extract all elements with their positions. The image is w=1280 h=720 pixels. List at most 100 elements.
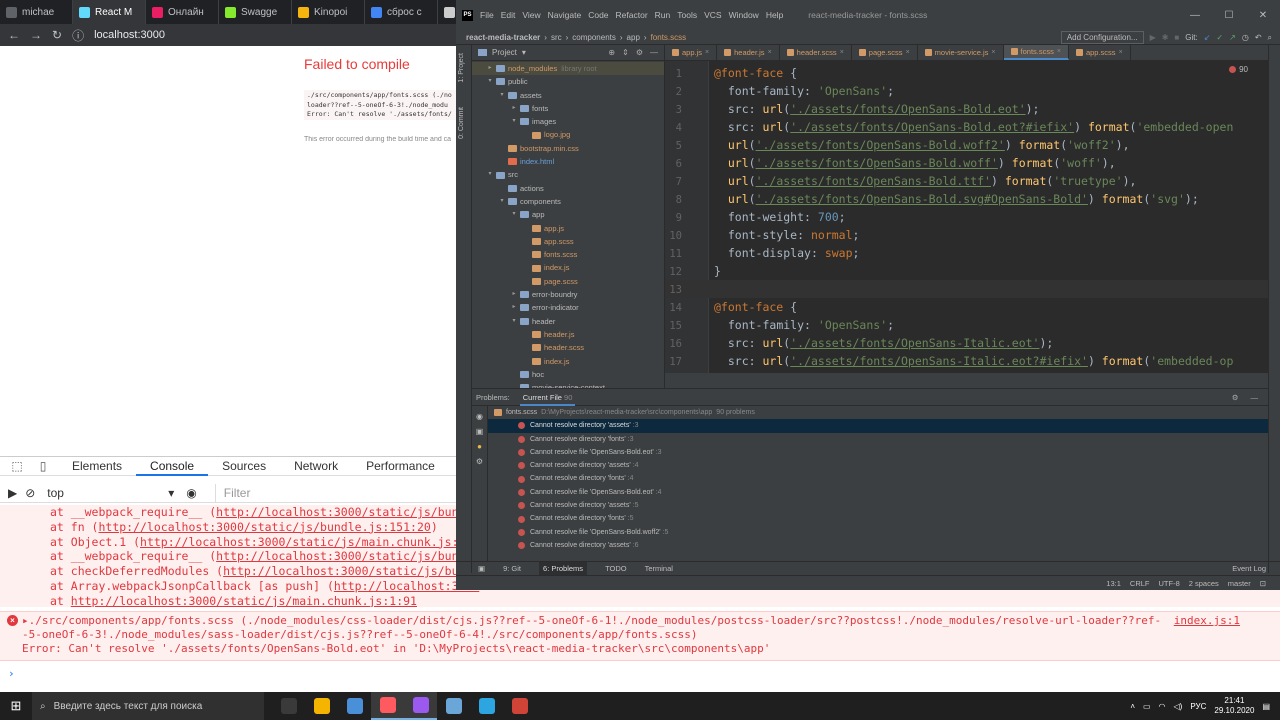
taskbar-app-icon[interactable]: [272, 692, 305, 720]
settings-icon[interactable]: ⚙: [1232, 393, 1239, 402]
maximize-icon[interactable]: ☐: [1212, 0, 1246, 30]
sidebar-toggle-icon[interactable]: ▶: [8, 486, 17, 500]
tree-item[interactable]: bootstrap.min.css: [472, 142, 664, 155]
chevron-icon[interactable]: ▾: [486, 168, 494, 181]
stop-icon[interactable]: ■: [1174, 33, 1179, 42]
commit-tool-button[interactable]: 0: Commit: [458, 107, 465, 139]
event-log-button[interactable]: Event Log: [1232, 564, 1280, 573]
rollback-icon[interactable]: ↶: [1255, 33, 1262, 42]
editor-tab[interactable]: header.js ×: [717, 45, 780, 60]
reload-icon[interactable]: ↻: [52, 28, 62, 42]
tree-item[interactable]: movie-service-context: [472, 381, 664, 388]
chevron-icon[interactable]: ▸: [510, 301, 518, 314]
tree-item[interactable]: index.html: [472, 155, 664, 168]
editor-tab[interactable]: fonts.scss ×: [1003, 45, 1069, 60]
tree-item[interactable]: ▾ images: [472, 115, 664, 128]
breadcrumb-item[interactable]: fonts.scss: [651, 33, 687, 42]
tab-network[interactable]: Network: [280, 457, 352, 476]
back-icon[interactable]: ←: [8, 28, 20, 42]
problem-item[interactable]: Cannot resolve directory 'assets':5: [488, 499, 1268, 512]
eye-icon[interactable]: ◉: [476, 412, 483, 421]
tree-item[interactable]: ▸ error-indicator: [472, 301, 664, 314]
git-commit-icon[interactable]: ✓: [1216, 33, 1223, 42]
editor-tab[interactable]: header.scss ×: [780, 45, 852, 60]
filter-input[interactable]: Filter: [214, 483, 405, 502]
settings-icon[interactable]: ⚙: [476, 457, 483, 466]
project-label[interactable]: Project: [492, 48, 517, 57]
taskbar-app-icon[interactable]: [404, 692, 437, 720]
notifications-icon[interactable]: ▤: [1262, 702, 1270, 711]
bulb-icon[interactable]: ●: [477, 442, 482, 451]
error-source-link[interactable]: index.js:1: [1174, 614, 1240, 628]
browser-tab[interactable]: Онлайн: [146, 0, 219, 24]
git-update-icon[interactable]: ↙: [1204, 33, 1211, 42]
chevron-icon[interactable]: ▾: [486, 75, 494, 88]
menu-item-view[interactable]: View: [522, 10, 540, 20]
problem-item[interactable]: Cannot resolve file 'OpenSans-Bold.eot':…: [488, 446, 1268, 459]
git-push-icon[interactable]: ↗: [1229, 33, 1236, 42]
problem-file-row[interactable]: fonts.scss D:\MyProjects\react-media-tra…: [488, 406, 1268, 419]
menu-item-refactor[interactable]: Refactor: [616, 10, 648, 20]
browser-tab[interactable]: Kinopoi: [292, 0, 365, 24]
taskbar-app-icon[interactable]: [470, 692, 503, 720]
stack-frame-link[interactable]: http://localhost:3000/static/js/main.chu…: [140, 535, 479, 549]
taskbar-app-icon[interactable]: [503, 692, 536, 720]
tab-current-file[interactable]: Current File 90: [519, 389, 576, 406]
problem-item[interactable]: Cannot resolve directory 'fonts':4: [488, 472, 1268, 485]
editor-tab[interactable]: page.scss ×: [852, 45, 918, 60]
tree-item[interactable]: header.scss: [472, 341, 664, 354]
breadcrumb-item[interactable]: src: [551, 33, 562, 42]
browser-tab[interactable]: React M: [73, 0, 146, 24]
search-icon[interactable]: ⌕: [1268, 33, 1272, 43]
forward-icon[interactable]: →: [30, 28, 42, 42]
chevron-icon[interactable]: ▾: [510, 115, 518, 128]
menu-item-tools[interactable]: Tools: [677, 10, 697, 20]
tool-windows-icon[interactable]: ▣: [478, 564, 485, 573]
status-item[interactable]: UTF-8: [1159, 579, 1180, 588]
taskbar-app-icon[interactable]: [305, 692, 338, 720]
lock-icon[interactable]: ⊡: [1260, 579, 1266, 588]
stack-frame-link[interactable]: http://localhost:3000/static/js/bundle: [216, 549, 479, 563]
inspect-element-icon[interactable]: ⬚: [8, 457, 26, 475]
battery-icon[interactable]: ▭: [1143, 702, 1151, 711]
browser-tab[interactable]: Swagge: [219, 0, 292, 24]
stack-frame-link[interactable]: http://localhost:3000/static/js/bundl: [223, 564, 479, 578]
project-tool-button[interactable]: 1: Project: [458, 53, 465, 83]
code-editor[interactable]: 1 @font-face {2 font-family: 'OpenSans'; 3…: [665, 61, 1268, 373]
problem-item[interactable]: Cannot resolve directory 'assets':3: [488, 419, 1268, 433]
chevron-down-icon[interactable]: ▾: [522, 48, 526, 57]
chevron-icon[interactable]: ▾: [498, 89, 506, 102]
tree-item[interactable]: app.scss: [472, 235, 664, 248]
context-select[interactable]: top ▾: [43, 484, 178, 502]
tool-window-todo[interactable]: TODO: [605, 564, 627, 573]
add-configuration-button[interactable]: Add Configuration...: [1060, 31, 1144, 44]
problem-item[interactable]: Cannot resolve directory 'fonts':5: [488, 512, 1268, 525]
tree-item[interactable]: ▾ components: [472, 195, 664, 208]
browser-tab[interactable]: michae: [0, 0, 73, 24]
tab-elements[interactable]: Elements: [58, 457, 136, 476]
eye-icon[interactable]: ◉: [186, 486, 196, 500]
close-tab-icon[interactable]: ×: [1057, 48, 1061, 55]
locate-icon[interactable]: ⊕: [608, 48, 615, 57]
tree-item[interactable]: ▾ header: [472, 315, 664, 328]
menu-item-window[interactable]: Window: [729, 10, 759, 20]
history-icon[interactable]: ◷: [1242, 33, 1249, 42]
console-prompt[interactable]: ›: [0, 667, 1280, 680]
tree-item[interactable]: app.js: [472, 222, 664, 235]
tree-item[interactable]: actions: [472, 182, 664, 195]
chevron-icon[interactable]: ▾: [510, 315, 518, 328]
tab-sources[interactable]: Sources: [208, 457, 280, 476]
hide-icon[interactable]: —: [650, 48, 658, 57]
minimize-icon[interactable]: —: [1178, 0, 1212, 30]
taskbar-app-icon[interactable]: [338, 692, 371, 720]
tree-item[interactable]: ▸ error-boundry: [472, 288, 664, 301]
taskbar-app-icon[interactable]: [437, 692, 470, 720]
clock[interactable]: 21:41 29.10.2020: [1214, 696, 1254, 716]
wifi-icon[interactable]: ◠: [1159, 702, 1166, 711]
tree-item[interactable]: ▸ node_modules library root: [472, 62, 664, 76]
close-tab-icon[interactable]: ×: [991, 49, 995, 56]
taskbar-app-icon[interactable]: [371, 692, 404, 720]
editor-tab[interactable]: app.js ×: [665, 45, 718, 60]
close-tab-icon[interactable]: ×: [1119, 49, 1123, 56]
chevron-icon[interactable]: ▸: [510, 102, 518, 115]
